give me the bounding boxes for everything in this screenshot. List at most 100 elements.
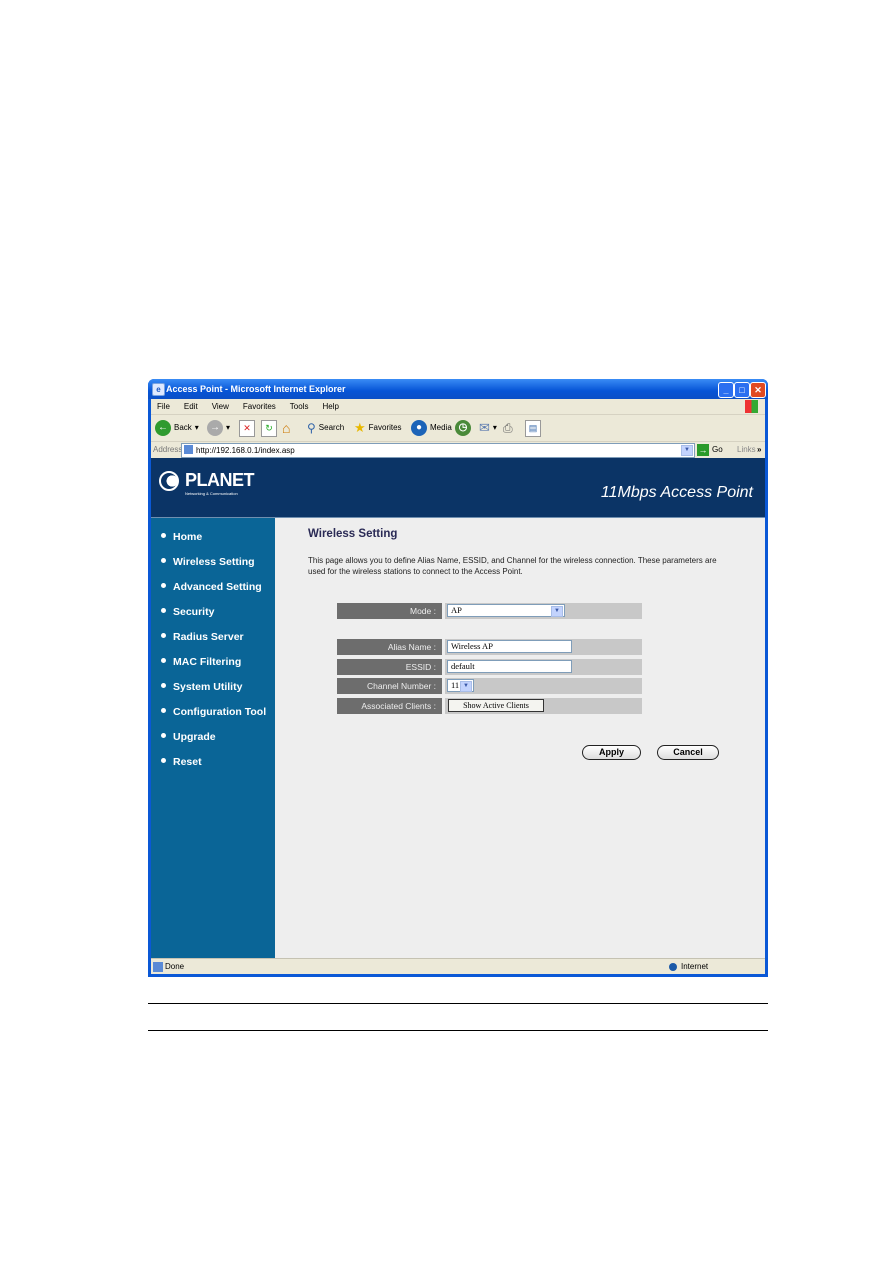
globe-icon <box>159 471 179 491</box>
bullet-icon <box>161 758 166 763</box>
history-icon: ◷ <box>455 420 471 436</box>
bullet-icon <box>161 583 166 588</box>
media-button[interactable]: ● Media <box>411 419 452 437</box>
page-done-icon <box>153 962 163 972</box>
essid-input[interactable]: default <box>447 660 572 673</box>
sidebar-item-mac-filtering[interactable]: MAC Filtering <box>161 655 241 669</box>
bullet-icon <box>161 733 166 738</box>
page-description: This page allows you to define Alias Nam… <box>308 556 717 576</box>
stop-icon: ✕ <box>239 419 255 437</box>
bullet-icon <box>161 608 166 613</box>
sidebar-item-reset[interactable]: Reset <box>161 755 202 769</box>
essid-row: ESSID : default <box>337 659 642 675</box>
bullet-icon <box>161 683 166 688</box>
address-bar: Address http://192.168.0.1/index.asp ▼ →… <box>151 442 765 458</box>
menu-edit[interactable]: Edit <box>184 402 198 411</box>
cancel-button[interactable]: Cancel <box>657 745 719 760</box>
channel-number-label: Channel Number : <box>337 678 442 694</box>
print-button[interactable]: ⎙ <box>503 419 513 437</box>
mail-icon: ✉ <box>479 420 490 435</box>
browser-window: e Access Point - Microsoft Internet Expl… <box>148 379 768 977</box>
toolbar: ← Back ▾ → ▾ ✕ ↻ ⌂ ⚲ Search ★ Favorites ● Medi… <box>151 415 765 442</box>
bullet-icon <box>161 558 166 563</box>
sidebar-item-wireless-setting[interactable]: Wireless Setting <box>161 555 255 569</box>
divider-line <box>148 1030 768 1031</box>
chevron-down-icon: ▾ <box>194 423 199 432</box>
mode-select[interactable]: AP ▼ <box>447 604 565 617</box>
alias-name-input[interactable]: Wireless AP <box>447 640 572 653</box>
back-arrow-icon: ← <box>155 420 171 436</box>
status-text: Done <box>165 962 185 971</box>
search-button[interactable]: ⚲ Search <box>307 419 344 437</box>
refresh-icon: ↻ <box>261 419 277 437</box>
stop-button[interactable]: ✕ <box>239 419 255 437</box>
mode-label: Mode : <box>337 603 442 619</box>
page-header: PLANET Networking & Communication 11Mbps… <box>151 458 765 518</box>
bullet-icon <box>161 658 166 663</box>
menu-favorites[interactable]: Favorites <box>243 402 276 411</box>
channel-select[interactable]: 11 ▼ <box>447 679 474 692</box>
menu-help[interactable]: Help <box>322 402 338 411</box>
sidebar-item-home[interactable]: Home <box>161 530 202 544</box>
main-content: Wireless Setting This page allows you to… <box>275 518 765 958</box>
menu-view[interactable]: View <box>212 402 229 411</box>
sidebar-item-upgrade[interactable]: Upgrade <box>161 730 216 744</box>
ie-icon: e <box>152 383 165 396</box>
show-active-clients-button[interactable]: Show Active Clients <box>448 699 544 712</box>
forward-button[interactable]: → ▾ <box>207 419 230 437</box>
essid-label: ESSID : <box>337 659 442 675</box>
status-bar: Done Internet <box>151 958 765 975</box>
menu-tools[interactable]: Tools <box>290 402 309 411</box>
product-title: 11Mbps Access Point <box>600 484 753 501</box>
sidebar-item-configuration-tool[interactable]: Configuration Tool <box>161 705 266 719</box>
associated-clients-row: Associated Clients : Show Active Clients <box>337 698 642 714</box>
page-title: Wireless Setting <box>308 528 398 540</box>
edit-page-icon: ▤ <box>525 419 541 437</box>
maximize-button[interactable]: □ <box>734 382 750 398</box>
favorites-button[interactable]: ★ Favorites <box>354 419 402 437</box>
edit-button[interactable]: ▤ <box>525 419 541 437</box>
search-icon: ⚲ <box>307 421 316 435</box>
forward-arrow-icon: → <box>207 420 223 436</box>
chevron-right-icon[interactable]: » <box>757 442 761 458</box>
title-bar: e Access Point - Microsoft Internet Expl… <box>148 379 768 399</box>
zone-text: Internet <box>681 962 709 971</box>
chevron-down-icon: ▼ <box>460 681 472 692</box>
apply-button[interactable]: Apply <box>582 745 641 760</box>
printer-icon: ⎙ <box>503 421 513 435</box>
links-button[interactable]: Links <box>737 442 756 458</box>
bullet-icon <box>161 533 166 538</box>
globe-icon <box>669 963 677 971</box>
address-label: Address <box>153 445 183 454</box>
go-arrow-icon[interactable]: → <box>697 444 709 456</box>
address-input[interactable]: http://192.168.0.1/index.asp ▼ <box>181 443 695 458</box>
browser-client: File Edit View Favorites Tools Help ← Back ▾ → ▾… <box>151 399 765 974</box>
sidebar-item-advanced-setting[interactable]: Advanced Setting <box>161 580 262 594</box>
mail-button[interactable]: ✉ ▾ <box>479 419 497 437</box>
alias-name-row: Alias Name : Wireless AP <box>337 639 642 655</box>
close-button[interactable]: ✕ <box>750 382 766 398</box>
history-button[interactable]: ◷ <box>455 419 471 437</box>
window-title: Access Point - Microsoft Internet Explor… <box>166 384 346 394</box>
sidebar-item-security[interactable]: Security <box>161 605 214 619</box>
home-button[interactable]: ⌂ <box>282 419 290 437</box>
media-icon: ● <box>411 420 427 436</box>
minimize-button[interactable]: _ <box>718 382 734 398</box>
bullet-icon <box>161 708 166 713</box>
chevron-down-icon[interactable]: ▼ <box>681 445 693 456</box>
associated-clients-label: Associated Clients : <box>337 698 442 714</box>
home-icon: ⌂ <box>282 420 291 436</box>
sidebar-item-system-utility[interactable]: System Utility <box>161 680 242 694</box>
mode-row: Mode : AP ▼ <box>337 603 642 619</box>
web-page: PLANET Networking & Communication 11Mbps… <box>151 458 765 958</box>
bullet-icon <box>161 633 166 638</box>
back-button[interactable]: ← Back ▾ <box>155 419 199 437</box>
refresh-button[interactable]: ↻ <box>261 419 277 437</box>
sidebar-item-radius-server[interactable]: Radius Server <box>161 630 244 644</box>
menu-file[interactable]: File <box>157 402 170 411</box>
windows-logo-icon <box>745 400 758 413</box>
star-icon: ★ <box>354 420 366 435</box>
go-button[interactable]: Go <box>712 442 723 458</box>
divider-line <box>148 1003 768 1004</box>
page-icon <box>184 445 193 454</box>
